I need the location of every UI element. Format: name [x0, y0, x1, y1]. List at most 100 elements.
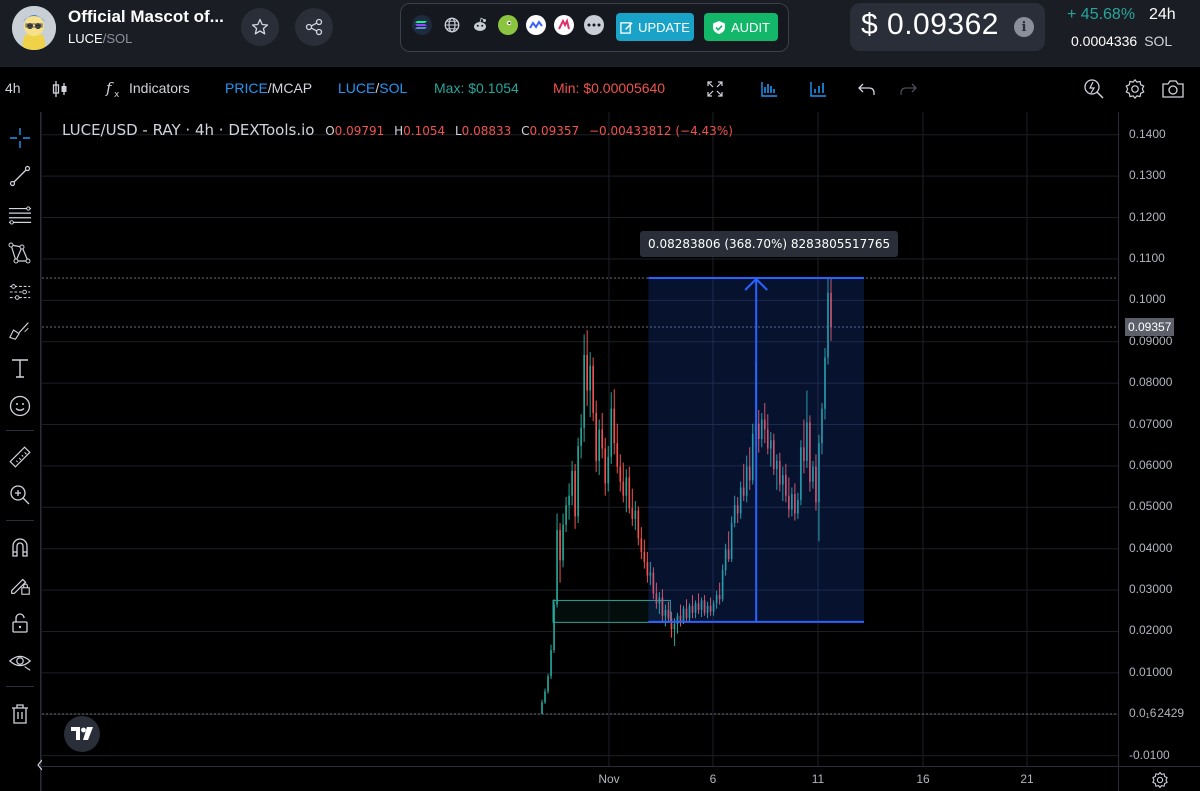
brush-icon[interactable] — [8, 318, 32, 342]
magnet-icon[interactable] — [8, 535, 32, 559]
emoji-icon[interactable] — [8, 394, 32, 418]
candle-body — [568, 495, 570, 506]
legend-open: 0.09791 — [334, 124, 385, 138]
candle-body — [640, 538, 643, 553]
toolbar-pair-sym: LUCE — [338, 80, 376, 96]
camera-icon[interactable] — [1161, 78, 1185, 100]
candle-body — [592, 365, 595, 413]
coingecko-icon[interactable] — [498, 15, 518, 35]
audit-button[interactable]: AUDIT — [704, 13, 778, 41]
chart-legend: LUCE/USD - RAY · 4h · DEXTools.io O0.097… — [62, 121, 739, 139]
dexscreener-icon[interactable] — [554, 15, 574, 35]
reddit-icon[interactable] — [470, 15, 490, 35]
interval-selector[interactable]: 4h — [5, 80, 21, 96]
share-button[interactable] — [295, 8, 333, 46]
price-change-24h: + 45.68% — [1067, 6, 1136, 23]
favorite-button[interactable] — [241, 8, 279, 46]
candle-body — [580, 427, 582, 447]
text-icon[interactable] — [8, 356, 32, 380]
token-pair: LUCE/SOL — [68, 31, 132, 46]
candle-body — [553, 604, 555, 651]
chart-pane[interactable]: LUCE/USD - RAY · 4h · DEXTools.io O0.097… — [42, 112, 1118, 766]
share-icon — [305, 18, 323, 36]
legend-low: 0.08833 — [461, 124, 512, 138]
more-icon[interactable] — [584, 15, 604, 35]
candle-body — [616, 443, 619, 467]
price-tick-label: 0.1400 — [1129, 126, 1166, 141]
axis-settings-icon[interactable] — [1151, 771, 1169, 789]
candlestick-chart[interactable] — [42, 112, 1118, 766]
trash-icon[interactable] — [8, 702, 32, 726]
legend-open-key: O — [325, 124, 335, 138]
time-tick-label: 11 — [811, 772, 825, 786]
toolbar-pair-quote: SOL — [379, 80, 408, 96]
candle-body — [586, 354, 588, 391]
indicators-icon[interactable]: fx — [102, 78, 126, 100]
horizontal-lines-icon[interactable] — [8, 203, 32, 227]
update-button[interactable]: UPDATE — [616, 13, 694, 41]
globe-icon[interactable] — [442, 15, 462, 35]
token-avatar — [12, 6, 56, 50]
fullscreen-icon[interactable] — [703, 78, 727, 100]
chart-toolbar: 4h fx Indicators PRICE/MCAP LUCE/SOL Max… — [0, 66, 1200, 112]
price-tick-label: 0.1200 — [1129, 209, 1166, 224]
pair-quote: SOL — [106, 31, 133, 46]
candle-type-icon[interactable] — [48, 78, 72, 100]
price-tick-label: 0.07000 — [1129, 416, 1173, 431]
candle-body — [673, 624, 676, 630]
eye-icon[interactable] — [8, 649, 32, 673]
solana-icon[interactable] — [412, 15, 432, 35]
pair-toggle[interactable]: LUCE/SOL — [338, 80, 407, 96]
candle-body — [604, 448, 607, 484]
price-box: $ 0.09362 i — [850, 3, 1045, 51]
zoom-in-icon[interactable] — [8, 483, 32, 507]
price-sol: 0.0004336 SOL — [1071, 33, 1172, 49]
price-axis[interactable]: 0.1400 0.1300 0.1200 0.1100 0.1000 0.09000 0.0… — [1118, 112, 1200, 766]
drawing-toolbar — [0, 112, 43, 791]
price-tick-label: 0.08000 — [1129, 375, 1173, 390]
ruler-icon[interactable] — [8, 445, 32, 469]
time-axis[interactable]: Nov 6 11 16 21 — [42, 766, 1118, 791]
mcap-label: /MCAP — [267, 80, 313, 96]
trend-line-icon[interactable] — [8, 164, 32, 188]
price-sol-value: 0.0004336 — [1071, 33, 1138, 49]
legend-change: −0.00433812 (−4.43%) — [588, 124, 733, 138]
lock-icon[interactable] — [8, 611, 32, 635]
candle-body — [631, 508, 634, 519]
volume-profile-icon[interactable] — [757, 78, 781, 100]
svg-text:f: f — [105, 79, 114, 97]
price-tick-label: 0.02000 — [1129, 623, 1173, 638]
token-title: Official Mascot of... — [68, 7, 224, 26]
price-tick-label: 0.06000 — [1129, 457, 1173, 472]
redo-icon[interactable] — [896, 78, 920, 100]
settings-icon[interactable] — [1123, 78, 1147, 100]
svg-text:x: x — [114, 90, 120, 100]
pattern-icon[interactable] — [8, 241, 32, 265]
bar-chart-icon[interactable] — [806, 78, 830, 100]
tradingview-logo[interactable] — [64, 716, 100, 752]
price-range-label: 0.08283806 (368.70%) 8283805517765 — [640, 231, 899, 257]
legend-close: 0.09357 — [529, 124, 580, 138]
candle-body — [619, 466, 622, 482]
price-label: PRICE — [225, 80, 268, 96]
quick-search-icon[interactable] — [1082, 78, 1106, 100]
price-mcap-toggle[interactable]: PRICE/MCAP — [225, 80, 312, 96]
candle-body — [583, 354, 585, 428]
candle-body — [574, 470, 576, 517]
undo-icon[interactable] — [855, 78, 879, 100]
candle-body — [544, 691, 546, 703]
legend-high: 0.1054 — [403, 124, 446, 138]
prediction-icon[interactable] — [8, 280, 32, 304]
price-tick-label: 0.01000 — [1129, 664, 1173, 679]
candle-body — [595, 412, 598, 461]
legend-low-key: L — [454, 124, 462, 138]
indicators-button[interactable]: Indicators — [129, 80, 190, 96]
legend-close-key: C — [521, 124, 530, 138]
price-tick-label: 0.0₁6 2429 — [1129, 706, 1185, 721]
crosshair-icon[interactable] — [8, 126, 32, 150]
lock-drawing-icon[interactable] — [8, 573, 32, 597]
info-icon[interactable]: i — [1014, 17, 1034, 37]
min-price: Min: $0.00005640 — [553, 80, 666, 96]
change-period: 24h — [1149, 6, 1176, 23]
coinmarketcap-icon[interactable] — [526, 15, 546, 35]
